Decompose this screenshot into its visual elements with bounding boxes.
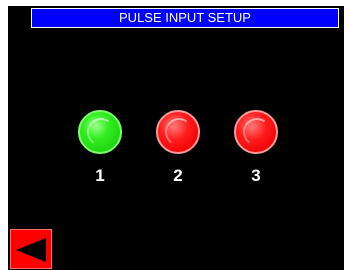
pulse-input-2-indicator: [156, 110, 200, 154]
page-title: PULSE INPUT SETUP: [31, 8, 339, 28]
pulse-input-3-label: 3: [251, 166, 261, 185]
hmi-screen: PULSE INPUT SETUP 1 2 3: [8, 6, 344, 270]
pulse-input-2-label: 2: [173, 166, 183, 185]
left-arrow-icon: [16, 238, 46, 262]
lamp-highlight: [240, 115, 274, 149]
pulse-input-3-indicator: [234, 110, 278, 154]
pulse-input-1-label: 1: [95, 166, 105, 185]
back-button[interactable]: [10, 229, 52, 269]
pulse-input-1-indicator: [78, 110, 122, 154]
lamp-highlight: [84, 115, 118, 149]
lamp-highlight: [162, 115, 196, 149]
